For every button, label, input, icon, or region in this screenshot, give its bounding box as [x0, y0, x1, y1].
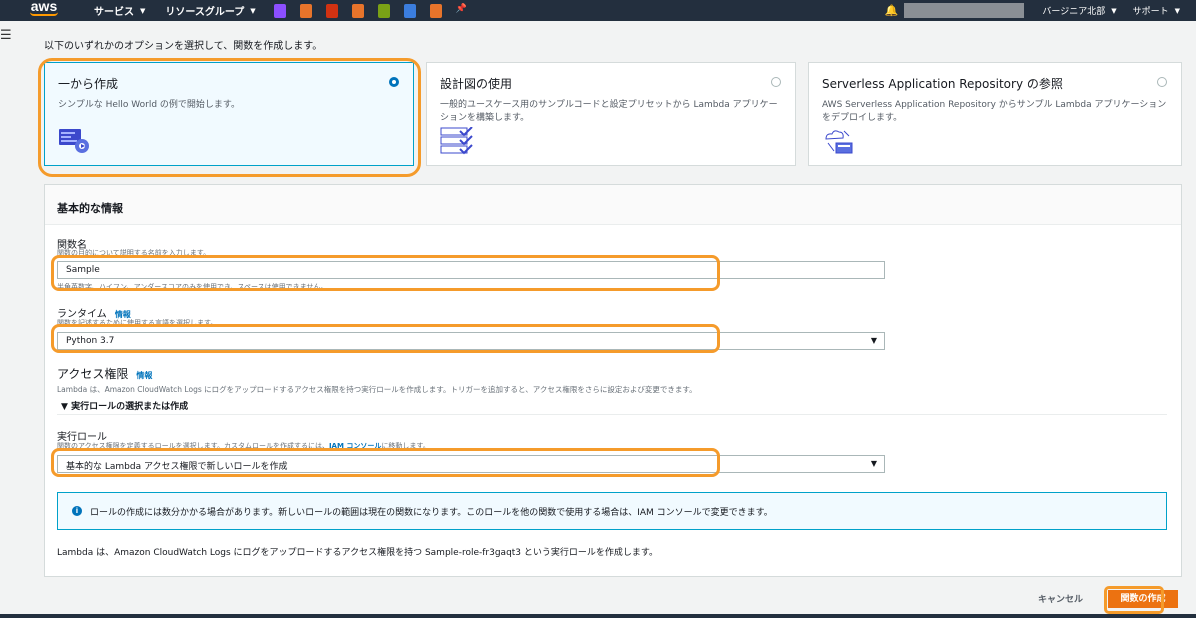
access-info-link[interactable]: 情報 [136, 371, 152, 380]
access-title-row: アクセス権限 情報 [57, 365, 152, 382]
nav-right: 🔔 バージニア北部 ▼ サポート ▼ [885, 0, 1196, 21]
option-serverless-repo[interactable]: Serverless Application Repository の参照 AW… [808, 62, 1182, 166]
pin-service-7-icon[interactable] [429, 3, 442, 18]
option-use-blueprint[interactable]: 設計図の使用 一般的ユースケース用のサンプルコードと設定プリセットから Lamb… [426, 62, 796, 166]
services-menu[interactable]: サービス ▼ [94, 3, 146, 19]
cloud-repository-icon [825, 130, 853, 154]
chevron-down-icon: ▼ [140, 6, 146, 15]
chevron-down-icon: ▼ [1174, 6, 1180, 15]
info-icon: i [72, 506, 82, 516]
intro-text: 以下のいずれかのオプションを選択して、関数を作成します。 [44, 41, 323, 52]
caret-down-icon: ▼ [61, 402, 72, 412]
role-select[interactable]: 基本的な Lambda アクセス権限で新しいロールを作成 ▼ [57, 455, 885, 473]
panel-header: 基本的な情報 [45, 185, 1181, 225]
hamburger-menu-icon[interactable]: ☰ [0, 28, 12, 43]
chevron-down-icon: ▼ [1111, 6, 1117, 15]
role-desc-text: 関数のアクセス権限を定義するロールを選択します。カスタムロールを作成するには、 [57, 442, 329, 450]
option-description: シンプルな Hello World の例で開始します。 [58, 100, 241, 110]
pin-icon[interactable]: 📌 [456, 4, 468, 18]
account-name-redacted[interactable] [904, 3, 1025, 18]
function-name-description: 関数の目的について説明する名前を入力します。 [57, 249, 211, 257]
access-description: Lambda は、Amazon CloudWatch Logs にログをアップロ… [57, 385, 697, 394]
aws-logo-text: aws [30, 0, 58, 14]
option-title: Serverless Application Repository の参照 [822, 77, 1063, 91]
option-radio[interactable] [1157, 77, 1167, 87]
blueprint-checklist-icon [440, 127, 473, 155]
option-author-from-scratch[interactable]: 一から作成 シンプルな Hello World の例で開始します。 [44, 62, 414, 166]
iam-console-link[interactable]: IAM コンソール [329, 442, 381, 450]
pin-service-2-icon[interactable] [299, 3, 312, 18]
function-name-hint: 半角英数字、ハイフン、アンダースコアのみを使用でき、スペースは使用できません。 [57, 283, 328, 291]
cancel-button[interactable]: キャンセル [1038, 592, 1083, 605]
role-selected-value: 基本的な Lambda アクセス権限で新しいロールを作成 [66, 462, 288, 472]
top-navigation-bar: aws サービス ▼ リソースグループ ▼ 📌 🔔 バージニア北部 ▼ サポート… [0, 0, 1196, 21]
support-label: サポート [1132, 7, 1169, 17]
services-label: サービス [94, 7, 134, 18]
code-gear-icon [59, 129, 89, 153]
runtime-selected-value: Python 3.7 [66, 336, 115, 346]
resource-groups-menu[interactable]: リソースグループ ▼ [165, 3, 256, 19]
region-label: バージニア北部 [1042, 7, 1106, 17]
runtime-select[interactable]: Python 3.7 ▼ [57, 332, 885, 350]
role-toggle[interactable]: ▼ 実行ロールの選択または作成 [61, 399, 188, 412]
aws-smile-icon [30, 12, 58, 16]
chevron-down-icon: ▼ [250, 6, 256, 15]
role-toggle-label: 実行ロールの選択または作成 [71, 402, 189, 412]
aws-logo[interactable]: aws [14, 0, 74, 21]
pin-service-4-icon[interactable] [351, 3, 364, 18]
info-message: ロールの作成には数分かかる場合があります。新しいロールの範囲は現在の関数になりま… [90, 507, 773, 518]
option-radio[interactable] [771, 77, 781, 87]
access-title: アクセス権限 [57, 367, 129, 381]
info-alert: i ロールの作成には数分かかる場合があります。新しいロールの範囲は現在の関数にな… [57, 492, 1167, 530]
option-title: 一から作成 [58, 77, 119, 91]
runtime-description: 関数を記述するために使用する言語を選択します。 [57, 319, 218, 327]
option-radio-selected[interactable] [389, 77, 399, 87]
resource-groups-label: リソースグループ [165, 7, 245, 18]
pinned-services: 📌 [273, 3, 468, 18]
caret-down-icon: ▼ [870, 336, 877, 345]
support-menu[interactable]: サポート ▼ [1132, 4, 1180, 18]
caret-down-icon: ▼ [870, 459, 877, 468]
bell-icon[interactable]: 🔔 [885, 4, 899, 17]
role-footnote: Lambda は、Amazon CloudWatch Logs にログをアップロ… [57, 548, 658, 558]
pin-service-3-icon[interactable] [325, 3, 338, 18]
bottom-bar [0, 614, 1196, 618]
basic-info-panel: 基本的な情報 関数名 関数の目的について説明する名前を入力します。 半角英数字、… [44, 184, 1182, 577]
option-description: 一般的ユースケース用のサンプルコードと設定プリセットから Lambda アプリケ… [440, 100, 778, 123]
option-title: 設計図の使用 [440, 77, 513, 91]
function-name-input[interactable] [57, 261, 885, 279]
create-function-button[interactable]: 関数の作成 [1108, 590, 1178, 608]
pin-service-6-icon[interactable] [403, 3, 416, 18]
option-description: AWS Serverless Application Repository から… [822, 100, 1167, 123]
divider [57, 414, 1167, 415]
role-description: 関数のアクセス権限を定義するロールを選択します。カスタムロールを作成するには、I… [57, 441, 430, 451]
pin-service-5-icon[interactable] [377, 3, 390, 18]
region-menu[interactable]: バージニア北部 ▼ [1042, 4, 1117, 18]
pin-service-1-icon[interactable] [273, 3, 286, 18]
role-desc-text-end: に移動します。 [381, 442, 430, 450]
